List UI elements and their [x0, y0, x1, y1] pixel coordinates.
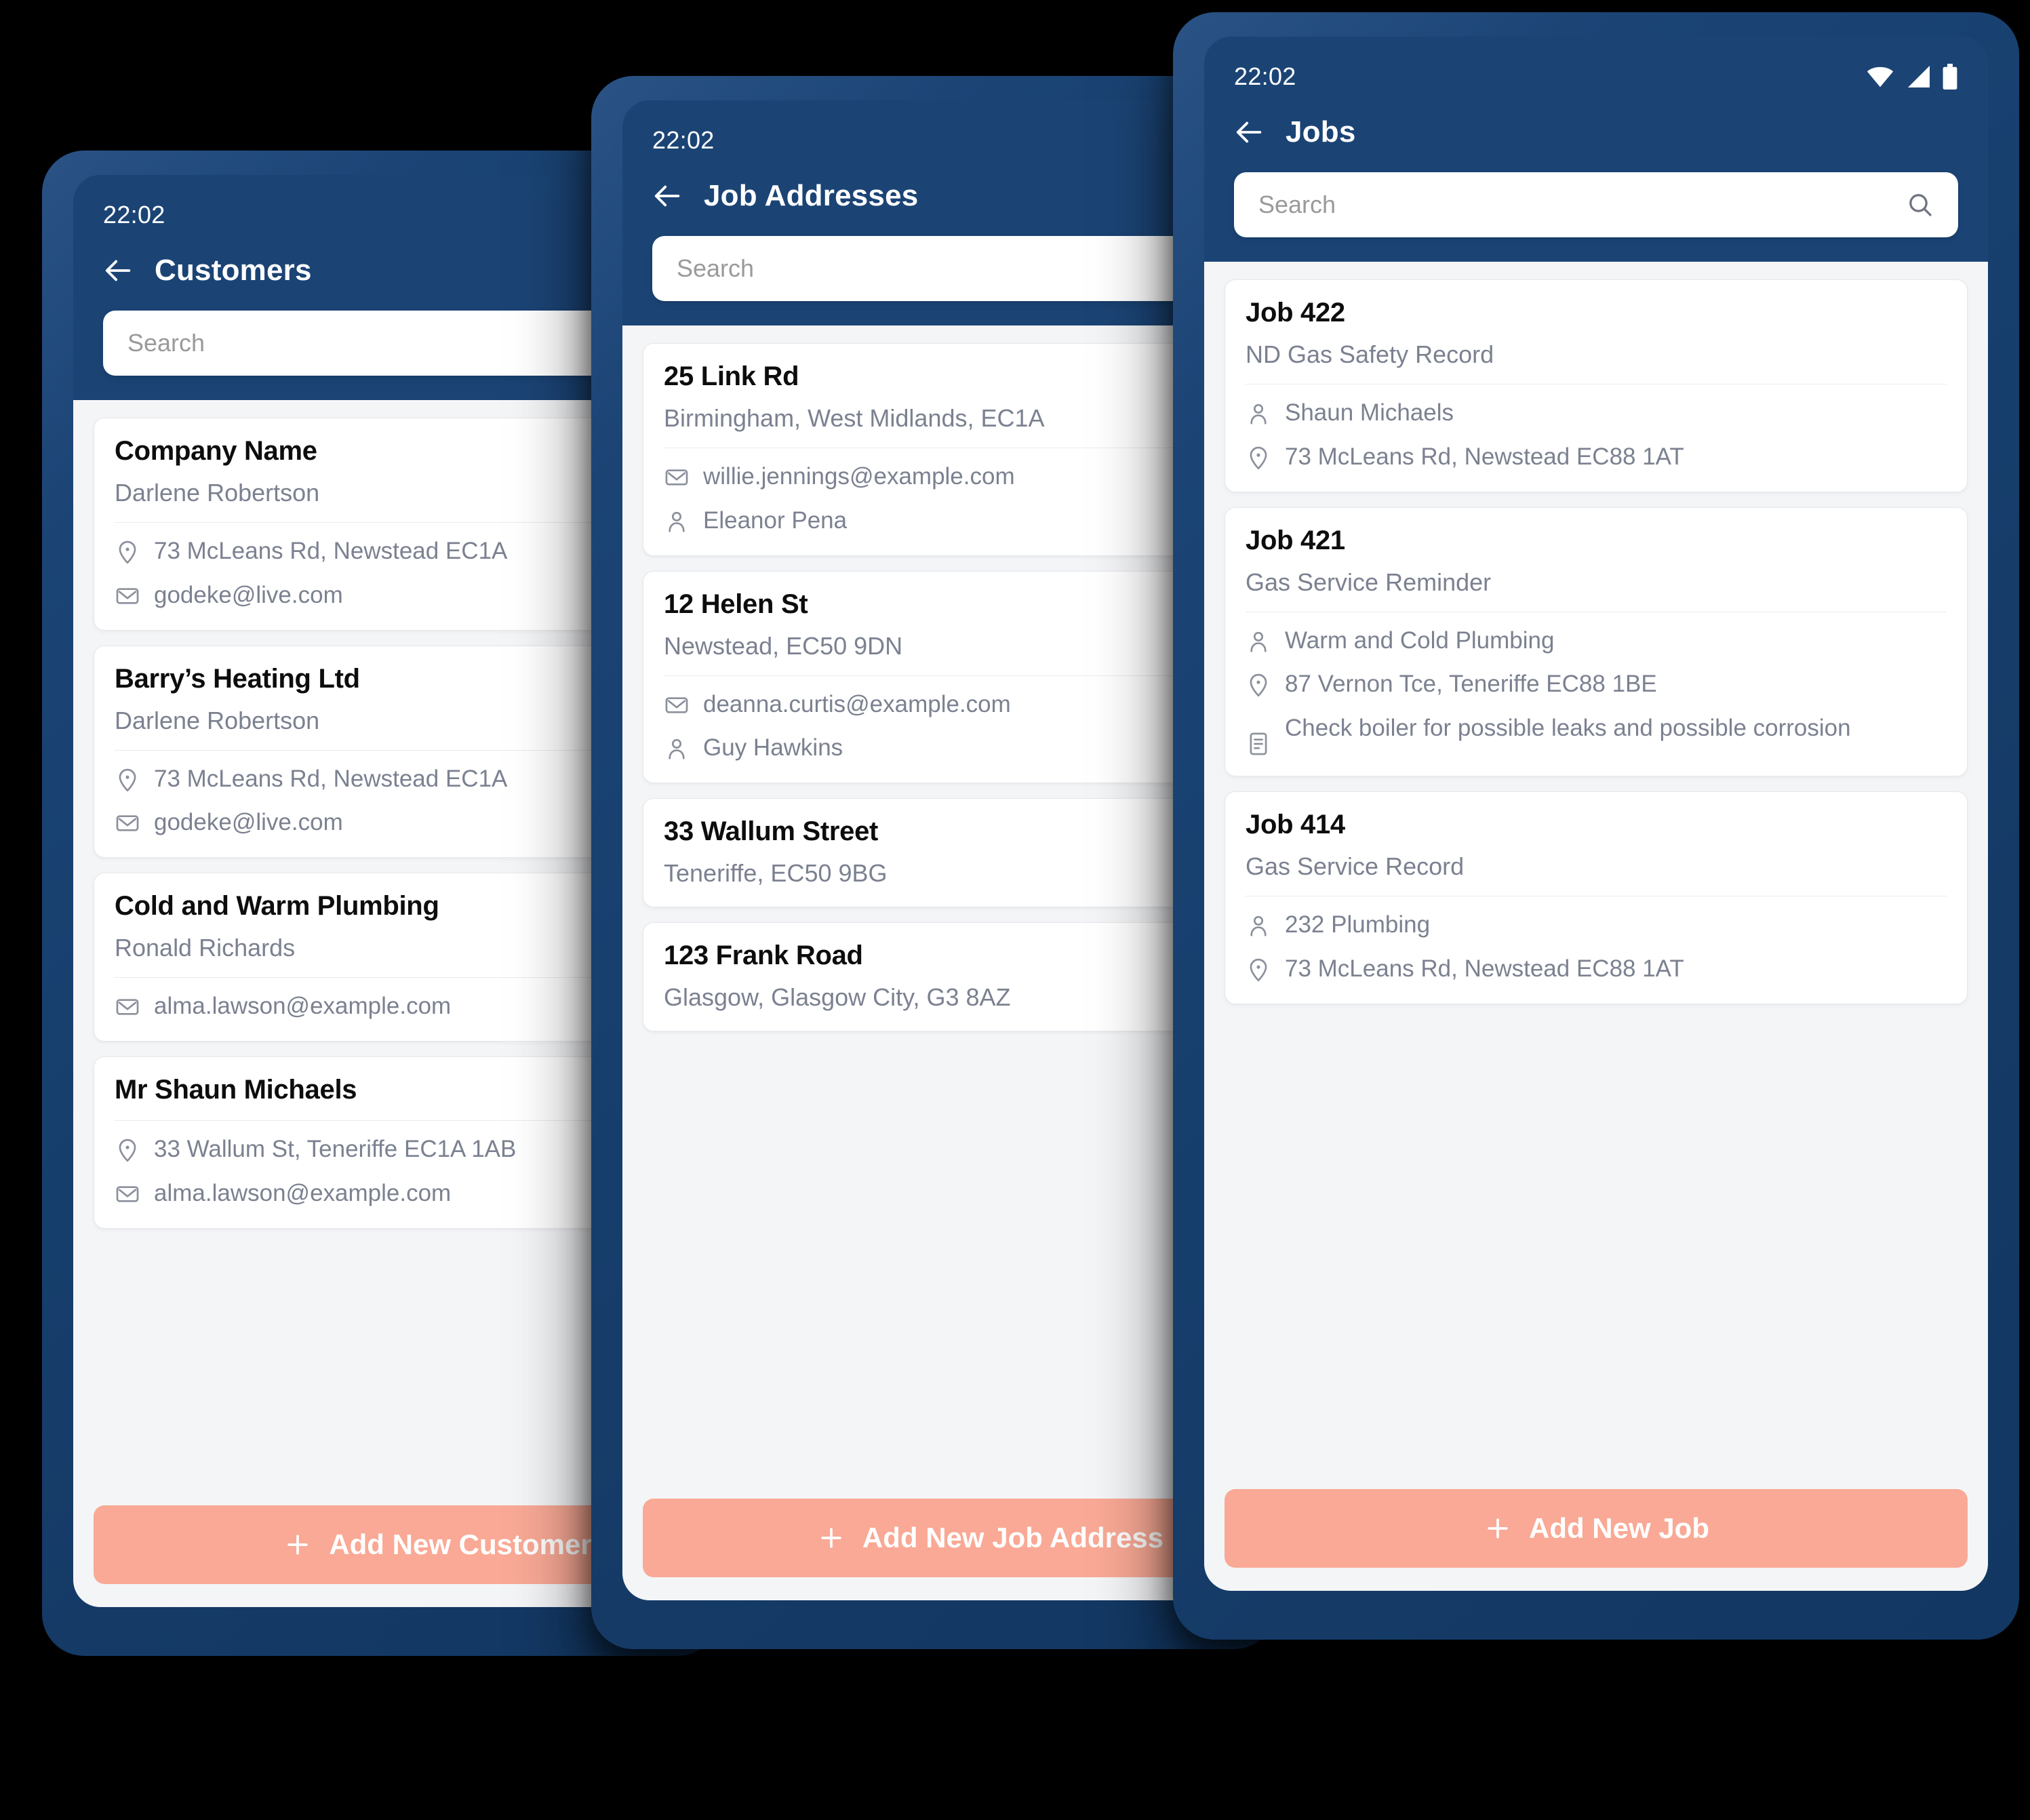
person-icon: [669, 511, 685, 532]
card-detail-text: 73 McLeans Rd, Newstead EC1A: [154, 765, 508, 792]
card-detail-text: Shaun Michaels: [1285, 399, 1454, 426]
add-new-job-address-label: Add New Job Address: [862, 1522, 1164, 1554]
location-pin-icon: [119, 1139, 136, 1162]
search-icon[interactable]: [1907, 191, 1934, 218]
person-icon: [1250, 916, 1267, 936]
back-arrow-icon[interactable]: [1234, 117, 1265, 148]
card-detail-text: 87 Vernon Tce, Teneriffe EC88 1BE: [1285, 671, 1657, 698]
card-detail-text: 232 Plumbing: [1285, 911, 1431, 938]
person-icon: [1250, 631, 1267, 652]
search-placeholder: Search: [677, 254, 755, 282]
search-placeholder: Search: [1258, 191, 1336, 218]
system-icons: [1865, 64, 1958, 90]
card-detail-text: alma.lawson@example.com: [154, 1179, 452, 1206]
add-new-job-button[interactable]: Add New Job: [1225, 1489, 1968, 1568]
job-card-list: Job 422 ND Gas Safety Record Shaun Michael…: [1225, 279, 1968, 1004]
card-detail-row: 73 McLeans Rd, Newstead EC88 1AT: [1246, 954, 1947, 985]
screen-jobs: 22:02 Jobs Search Job 422 ND Gas Safety …: [1204, 37, 1988, 1591]
search-placeholder: Search: [127, 329, 205, 357]
card-detail-row: Shaun Michaels: [1246, 398, 1947, 429]
back-arrow-icon[interactable]: [103, 255, 134, 286]
card-detail-row: Warm and Cold Plumbing: [1246, 626, 1947, 656]
card-detail-text: 73 McLeans Rd, Newstead EC88 1AT: [1285, 955, 1684, 982]
mail-icon: [116, 588, 139, 604]
card-detail-text: godeke@live.com: [154, 809, 343, 836]
location-pin-icon: [119, 540, 136, 564]
battery-icon: [1943, 64, 1957, 90]
app-bar: Jobs: [1204, 95, 1988, 149]
page-title: Customers: [155, 254, 312, 287]
card-subtitle: Gas Service Reminder: [1246, 568, 1492, 596]
note-icon: [1250, 732, 1267, 755]
card-detail-text: 73 McLeans Rd, Newstead EC1A: [154, 538, 508, 564]
location-pin-icon: [1250, 446, 1267, 469]
card-title: Job 414: [1246, 810, 1345, 840]
status-clock: 22:02: [1234, 62, 1296, 90]
search-input[interactable]: Search: [1234, 172, 1958, 237]
phone-mockup-jobs: 22:02 Jobs Search Job 422 ND Gas Safety …: [1173, 12, 2019, 1640]
content-area: Job 422 ND Gas Safety Record Shaun Michael…: [1204, 262, 1988, 1591]
card-detail-text: Warm and Cold Plumbing: [1285, 627, 1555, 654]
card-detail-text: Eleanor Pena: [703, 507, 848, 534]
location-pin-icon: [119, 768, 136, 791]
card-detail-row: 87 Vernon Tce, Teneriffe EC88 1BE: [1246, 669, 1947, 700]
card-detail-text: 33 Wallum St, Teneriffe EC1A 1AB: [154, 1135, 517, 1162]
page-title: Jobs: [1286, 115, 1356, 149]
mail-icon: [665, 696, 688, 713]
person-icon: [669, 739, 685, 759]
card-detail-row: 232 Plumbing: [1246, 910, 1947, 941]
status-bar: 22:02: [1204, 37, 1988, 95]
search-area: Search: [1204, 149, 1988, 262]
mail-icon: [116, 815, 139, 832]
mail-icon: [665, 469, 688, 486]
card-detail-text: deanna.curtis@example.com: [703, 690, 1011, 717]
list-item[interactable]: Job 422 ND Gas Safety Record Shaun Michael…: [1225, 279, 1968, 492]
add-new-job-label: Add New Job: [1528, 1512, 1709, 1544]
wifi-icon: [1867, 66, 1894, 87]
add-new-customer-label: Add New Customer: [329, 1528, 592, 1560]
location-pin-icon: [1250, 958, 1267, 982]
plus-icon: [1488, 1518, 1508, 1539]
location-pin-icon: [1250, 674, 1267, 697]
mail-icon: [116, 999, 139, 1015]
card-detail-text: Check boiler for possible leaks and poss…: [1285, 715, 1851, 742]
list-item[interactable]: Job 421 Gas Service Reminder Warm and Cold…: [1225, 507, 1968, 777]
card-detail-row: 73 McLeans Rd, Newstead EC88 1AT: [1246, 442, 1947, 473]
card-title: Job 421: [1246, 525, 1345, 555]
cta-area: Add New Job: [1225, 1489, 1968, 1591]
plus-icon: [821, 1528, 841, 1548]
card-subtitle: ND Gas Safety Record: [1246, 340, 1494, 368]
card-detail-text: alma.lawson@example.com: [154, 993, 452, 1020]
card-title: Job 422: [1246, 298, 1345, 328]
cell-signal-icon: [1908, 66, 1930, 87]
card-detail-row: Check boiler for possible leaks and poss…: [1246, 713, 1947, 757]
screenshot-stage: 22:02 Customers Search Company Name Darle…: [0, 0, 2030, 1820]
mail-icon: [116, 1186, 139, 1202]
list-item[interactable]: Job 414 Gas Service Record 232 Plumbing 73 …: [1225, 791, 1968, 1004]
status-clock: 22:02: [652, 126, 715, 154]
card-detail-text: Guy Hawkins: [703, 734, 843, 761]
page-title: Job Addresses: [704, 179, 919, 212]
card-detail-text: godeke@live.com: [154, 581, 343, 608]
back-arrow-icon[interactable]: [652, 180, 683, 212]
status-clock: 22:02: [103, 201, 165, 229]
person-icon: [1250, 403, 1267, 424]
card-detail-text: willie.jennings@example.com: [703, 463, 1015, 490]
plus-icon: [287, 1535, 308, 1555]
card-detail-text: 73 McLeans Rd, Newstead EC88 1AT: [1285, 443, 1684, 470]
card-subtitle: Gas Service Record: [1246, 852, 1465, 881]
